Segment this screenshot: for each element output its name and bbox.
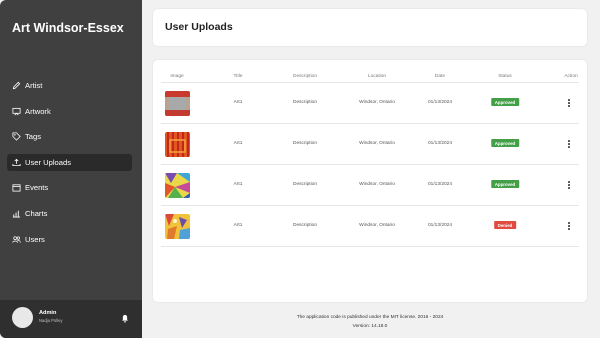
cell-title: Art1 — [233, 141, 243, 146]
bell-icon[interactable] — [121, 314, 129, 323]
sidebar-item-label: Charts — [25, 208, 48, 218]
artwork-thumbnail[interactable] — [165, 173, 190, 198]
uploads-table: Image Title Description Location Date St… — [153, 60, 587, 302]
tag-icon — [12, 132, 21, 141]
users-icon — [12, 235, 21, 244]
cell-description: Description — [293, 223, 317, 228]
table-row[interactable]: Art1 Description Windsor, Ontario 01/13/… — [161, 83, 579, 124]
column-header-title[interactable]: Title — [234, 74, 243, 79]
sidebar-item-artist[interactable]: Artist — [7, 77, 132, 94]
more-options-icon[interactable] — [566, 221, 572, 231]
cell-location: Windsor, Ontario — [359, 223, 395, 228]
version-text: Version: 14.18.0 — [352, 324, 388, 329]
artwork-thumbnail[interactable] — [165, 132, 190, 157]
cell-location: Windsor, Ontario — [359, 141, 395, 146]
user-subtitle: Nadja Polley — [39, 318, 63, 323]
sidebar-item-label: Artwork — [25, 106, 51, 116]
more-options-icon[interactable] — [566, 139, 572, 149]
cell-description: Description — [293, 141, 317, 146]
sidebar-item-user-uploads[interactable]: User Uploads — [7, 153, 132, 171]
sidebar-user-panel: Admin Nadja Polley — [0, 300, 142, 338]
status-badge: Approved — [491, 180, 519, 188]
cell-description: Description — [293, 100, 317, 105]
status-badge: Approved — [491, 98, 519, 106]
sidebar-item-artwork[interactable]: Artwork — [7, 103, 132, 120]
sidebar-nav: Artist Artwork Tags User Uploads Events — [7, 77, 132, 256]
license-text: The application code is published under … — [296, 315, 444, 320]
column-header-location[interactable]: Location — [368, 74, 386, 79]
column-header-description[interactable]: Description — [293, 74, 317, 79]
brand-title: Art Windsor-Essex — [12, 21, 124, 35]
sidebar-item-tags[interactable]: Tags — [7, 128, 132, 145]
sidebar-item-label: Events — [25, 183, 49, 193]
easel-icon — [12, 107, 21, 116]
status-badge: Approved — [491, 139, 519, 147]
cell-date: 01/13/2024 — [427, 182, 453, 187]
sidebar-item-users[interactable]: Users — [7, 231, 132, 248]
bar-chart-icon — [12, 209, 21, 218]
cell-location: Windsor, Ontario — [359, 182, 395, 187]
table-row[interactable]: Art1 Description Windsor, Ontario 01/13/… — [161, 165, 579, 206]
column-header-action[interactable]: Action — [564, 74, 577, 79]
more-options-icon[interactable] — [566, 180, 572, 190]
page-title: User Uploads — [165, 21, 233, 33]
column-header-image[interactable]: Image — [170, 74, 183, 79]
sidebar-item-label: Artist — [25, 81, 43, 90]
user-name: Admin — [39, 310, 57, 316]
status-badge: Denied — [494, 221, 516, 229]
cell-title: Art1 — [233, 223, 243, 228]
cell-title: Art1 — [233, 100, 243, 105]
cell-title: Art1 — [233, 182, 243, 187]
more-options-icon[interactable] — [566, 98, 572, 108]
column-header-status[interactable]: Status — [498, 74, 512, 79]
cell-date: 01/13/2024 — [427, 223, 453, 228]
sidebar-item-label: Users — [25, 234, 45, 244]
sidebar: Art Windsor-Essex Artist Artwork Tags Us… — [0, 0, 142, 338]
sidebar-item-events[interactable]: Events — [7, 179, 132, 196]
table-row[interactable]: Art1 Description Windsor, Ontario 01/13/… — [161, 124, 579, 165]
header-card: User Uploads — [153, 9, 587, 46]
sidebar-item-label: User Uploads — [25, 157, 72, 167]
column-header-date[interactable]: Date — [435, 74, 445, 79]
artwork-thumbnail[interactable] — [165, 214, 190, 239]
pencil-icon — [12, 81, 21, 90]
cell-date: 01/13/2024 — [427, 100, 453, 105]
table-row[interactable]: Art1 Description Windsor, Ontario 01/13/… — [161, 206, 579, 247]
cell-location: Windsor, Ontario — [359, 100, 395, 105]
sidebar-item-label: Tags — [25, 132, 42, 142]
cell-date: 01/13/2024 — [427, 141, 453, 146]
artwork-thumbnail[interactable] — [165, 91, 190, 116]
sidebar-item-charts[interactable]: Charts — [7, 205, 132, 222]
upload-icon — [12, 158, 21, 167]
calendar-icon — [12, 183, 21, 192]
cell-description: Description — [293, 182, 317, 187]
avatar[interactable] — [12, 307, 33, 328]
